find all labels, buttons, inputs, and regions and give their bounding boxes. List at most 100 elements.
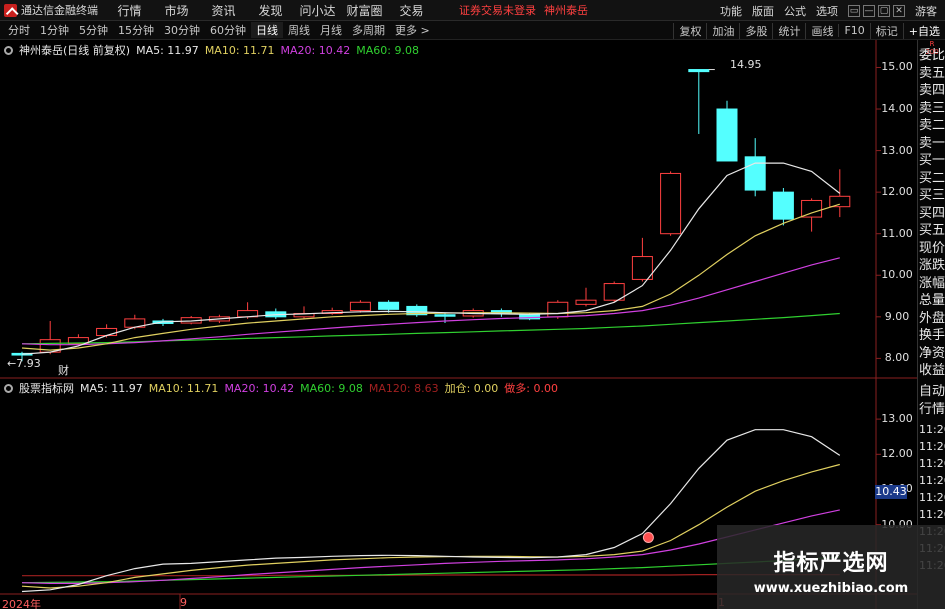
candle-body-29[interactable] <box>829 195 851 208</box>
main-menu: 行情 市场 资讯 发现 问小达 财富圈 交易 <box>106 2 435 19</box>
top-right-item-3[interactable]: 选项 <box>816 3 838 19</box>
quote-label-5[interactable]: 卖一 <box>919 136 945 152</box>
quote-label-0[interactable]: 委比 <box>919 48 945 64</box>
menu-item-2[interactable]: 资讯 <box>200 2 247 19</box>
main-legend-ma20: MA20: 10.42 <box>280 43 351 57</box>
period-tab-3[interactable]: 15分钟 <box>113 22 159 38</box>
quote-label-15[interactable]: 外盘 <box>919 311 945 327</box>
chart-tools: 复权 加油 多股 统计 画线 F10 标记 +自选 <box>673 21 945 40</box>
candle-body-27[interactable] <box>772 191 794 220</box>
tool-0[interactable]: 复权 <box>673 22 706 39</box>
top-menu-bar: 通达信金融终端 行情 市场 资讯 发现 问小达 财富圈 交易 证券交易未登录 神州泰岳 功能… <box>0 0 945 21</box>
main-ma20-line <box>21 257 840 346</box>
candle-body-12[interactable] <box>349 301 371 312</box>
gear-icon[interactable] <box>4 45 13 55</box>
quote-label-16[interactable]: 换手 <box>919 328 945 344</box>
candle-body-3[interactable] <box>96 327 118 337</box>
quote-label-3[interactable]: 卖三 <box>919 101 945 117</box>
quote-lower-1[interactable]: 行情 <box>919 402 945 418</box>
period-tab-5[interactable]: 60分钟 <box>205 22 251 38</box>
close-icon[interactable]: ✕ <box>893 4 905 17</box>
period-tab-8[interactable]: 月线 <box>315 22 347 38</box>
app-title: 通达信金融终端 <box>21 4 98 17</box>
period-tab-2[interactable]: 5分钟 <box>74 22 113 38</box>
candle-body-23[interactable] <box>660 172 682 235</box>
minimize-icon[interactable]: — <box>863 4 875 17</box>
signal-dot[interactable] <box>642 531 654 543</box>
candle-body-28[interactable] <box>801 199 823 218</box>
tool-5[interactable]: F10 <box>838 24 869 37</box>
quote-label-2[interactable]: 卖四 <box>919 83 945 99</box>
candle-body-26[interactable] <box>744 156 766 191</box>
sub-legend-lingduo: 做多: 0.00 <box>504 382 558 395</box>
quote-label-14[interactable]: 总量 <box>919 293 945 309</box>
watermark-title: 指标严选网 <box>773 551 889 576</box>
quote-label-6[interactable]: 买一 <box>919 153 945 169</box>
broker-login-status[interactable]: 证券交易未登录 <box>459 2 536 18</box>
quote-label-8[interactable]: 买三 <box>919 188 945 204</box>
main-ma10-line <box>21 203 840 351</box>
finance-marker[interactable]: 财 <box>58 362 69 378</box>
menu-item-3[interactable]: 发现 <box>247 2 294 19</box>
add-self-select-button[interactable]: +自选 <box>902 22 945 39</box>
tool-1[interactable]: 加油 <box>706 22 739 39</box>
quote-label-7[interactable]: 买二 <box>919 171 945 187</box>
top-right-menu: 功能 版面 公式 选项 ▭ — ▢ ✕ 游客 <box>720 0 945 21</box>
tool-2[interactable]: 多股 <box>739 22 772 39</box>
candle-body-15[interactable] <box>434 314 456 317</box>
quote-time-5: 11:26 <box>919 508 945 521</box>
candle-body-24[interactable] <box>688 69 710 73</box>
period-tabs: 分时 1分钟 5分钟 15分钟 30分钟 60分钟 日线 周线 月线 多周期 更多 > <box>3 22 435 38</box>
price-tick-6: 9.00 <box>884 309 910 323</box>
menu-item-5[interactable]: 财富圈 <box>341 2 388 19</box>
quote-panel: R 300 委比 卖五 卖四 卖三 卖二 卖一 买一 买二 买三 买四 买五 现价 涨跌 涨幅 总量 外盘 换手净… <box>917 40 945 609</box>
price-tick-0: 15.00 <box>881 60 913 74</box>
date-label-0: 2024年 <box>2 598 41 609</box>
quote-label-10[interactable]: 买五 <box>919 223 945 239</box>
quote-label-11[interactable]: 现价 <box>919 241 945 257</box>
menu-item-1[interactable]: 市场 <box>153 2 200 19</box>
tool-6[interactable]: 标记 <box>869 22 903 39</box>
top-right-item-2[interactable]: 公式 <box>784 3 806 19</box>
sub-legend-title: 股票指标网 <box>19 382 74 395</box>
top-right-item-1[interactable]: 版面 <box>752 3 774 19</box>
period-tab-0[interactable]: 分时 <box>3 22 35 38</box>
top-right-item-0[interactable]: 功能 <box>720 3 742 19</box>
menu-item-4[interactable]: 问小达 <box>294 2 341 19</box>
quote-label-13[interactable]: 涨幅 <box>919 276 945 292</box>
maximize-icon[interactable]: ▢ <box>878 4 890 17</box>
quote-time-0: 11:26 <box>919 423 945 436</box>
app-logo-icon <box>4 3 17 17</box>
guest-login[interactable]: 游客 <box>915 3 937 19</box>
candle-body-25[interactable] <box>716 108 738 162</box>
quote-label-17[interactable]: 净资 <box>919 346 945 362</box>
restore-icon[interactable]: ▭ <box>848 4 860 17</box>
tool-4[interactable]: 画线 <box>805 22 838 39</box>
quote-lower-0[interactable]: 自动 <box>919 384 945 400</box>
tool-3[interactable]: 统计 <box>772 22 805 39</box>
quote-label-1[interactable]: 卖五 <box>919 66 945 82</box>
candle-body-13[interactable] <box>378 301 400 310</box>
quote-label-12[interactable]: 涨跌 <box>919 258 945 274</box>
period-tab-1[interactable]: 1分钟 <box>35 22 74 38</box>
quote-label-18[interactable]: 收益 <box>919 363 945 379</box>
period-tab-10[interactable]: 更多 > <box>390 22 435 38</box>
quote-label-9[interactable]: 买四 <box>919 206 945 222</box>
period-tab-6[interactable]: 日线 <box>251 22 283 38</box>
menu-item-6[interactable]: 交易 <box>388 2 435 19</box>
window-buttons: ▭ — ▢ ✕ <box>848 4 905 17</box>
gear-icon[interactable] <box>4 383 13 393</box>
quote-time-2: 11:26 <box>919 457 945 470</box>
menu-item-0[interactable]: 行情 <box>106 2 153 19</box>
main-legend-title: 神州泰岳(日线 前复权) <box>19 44 131 57</box>
period-toolbar: 分时 1分钟 5分钟 15分钟 30分钟 60分钟 日线 周线 月线 多周期 更多 > 复权 加油 多股… <box>0 21 945 40</box>
candle-body-19[interactable] <box>547 301 569 318</box>
kline-chart[interactable] <box>0 40 917 609</box>
candle-body-20[interactable] <box>575 299 597 305</box>
quote-label-4[interactable]: 卖二 <box>919 118 945 134</box>
low-price-value: 7.93 <box>16 357 41 370</box>
period-tab-9[interactable]: 多周期 <box>347 22 390 38</box>
period-tab-7[interactable]: 周线 <box>283 22 315 38</box>
period-tab-4[interactable]: 30分钟 <box>159 22 205 38</box>
main-legend-ma60: MA60: 9.08 <box>356 43 419 57</box>
